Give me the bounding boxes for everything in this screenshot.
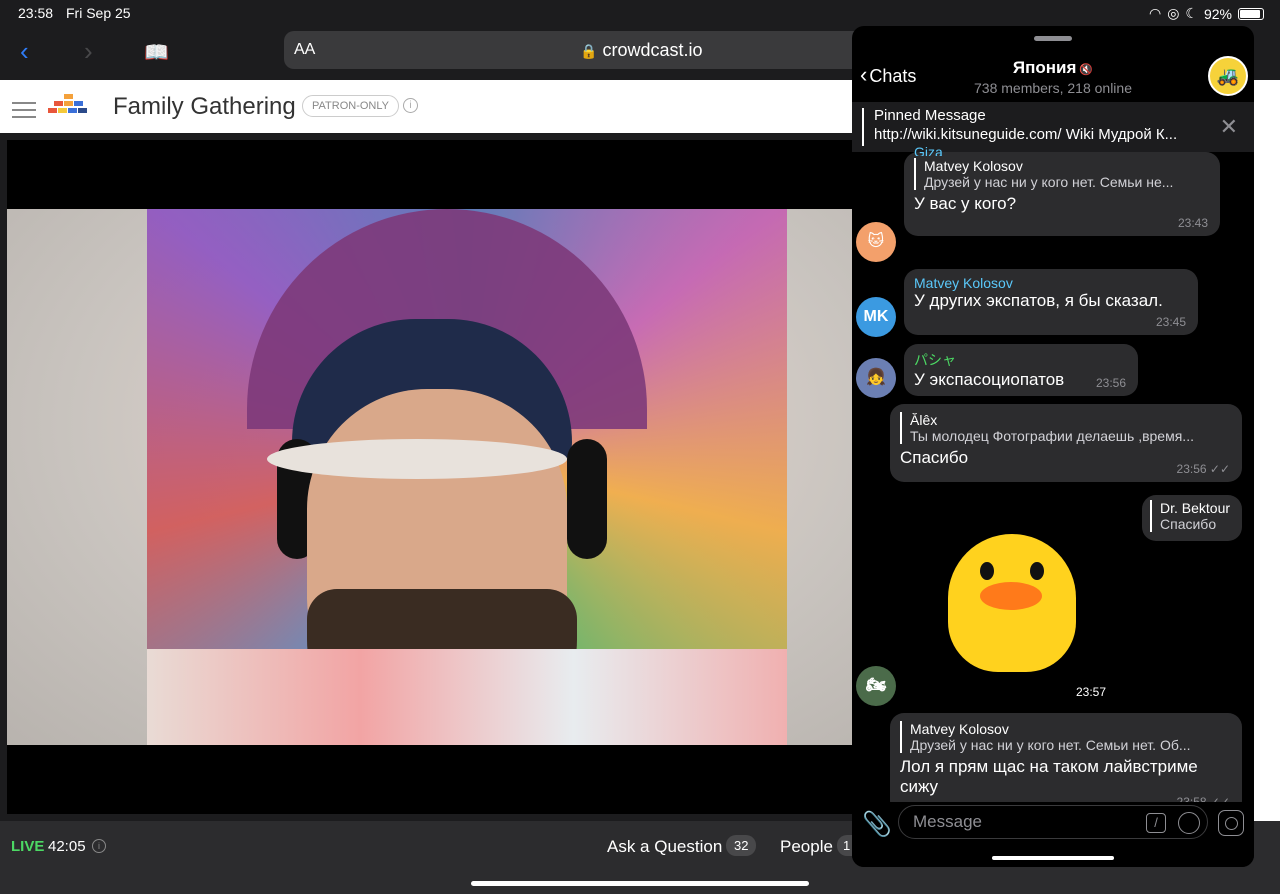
- avatar[interactable]: 🏍: [856, 666, 896, 706]
- message-text: Лол я прям щас на таком лайвстриме сижу: [900, 757, 1198, 796]
- avatar[interactable]: 🐱: [856, 222, 896, 262]
- page-title: Family Gathering: [113, 93, 296, 120]
- mute-icon: 🔇: [1076, 64, 1094, 76]
- back-icon[interactable]: ‹: [20, 36, 29, 67]
- reply-preview[interactable]: Dr. Bektour Спасибо: [1150, 500, 1234, 532]
- ask-question-tab[interactable]: Ask a Question: [607, 837, 722, 857]
- message-bubble[interactable]: Matvey Kolosov У других экспатов, я бы с…: [904, 269, 1198, 335]
- chat-title[interactable]: Япония 🔇: [852, 58, 1254, 78]
- message-composer: 📎 Message /: [852, 802, 1254, 867]
- crowdcast-logo[interactable]: [48, 94, 92, 118]
- message-bubble[interactable]: パシャ У экспасоциопатов 23:56: [904, 344, 1138, 396]
- pinned-text: http://wiki.kitsuneguide.com/ Wiki Мудро…: [874, 126, 1178, 143]
- status-time: 23:58: [18, 5, 54, 21]
- pinned-label: Pinned Message: [874, 107, 986, 124]
- video-area: [0, 133, 852, 821]
- forward-icon[interactable]: ›: [84, 36, 93, 67]
- address-bar[interactable]: AA 🔒 crowdcast.io: [284, 31, 884, 69]
- telegram-slide-over: ‹ Chats Япония 🔇 738 members, 218 online …: [852, 26, 1254, 867]
- reply-preview[interactable]: Matvey Kolosov Друзей у нас ни у кого не…: [900, 721, 1232, 753]
- close-icon[interactable]: ✕: [1220, 114, 1238, 140]
- moon-icon: ☾: [1185, 5, 1198, 21]
- patron-only-badge: PATRON-ONLY: [302, 95, 400, 117]
- chat-subtitle: 738 members, 218 online: [974, 80, 1132, 96]
- message-text: У других экспатов, я бы сказал.: [914, 291, 1163, 310]
- message-text: У вас у кого?: [914, 194, 1017, 213]
- reply-bubble[interactable]: Dr. Bektour Спасибо: [1142, 495, 1242, 541]
- sender-name: Matvey Kolosov: [914, 275, 1013, 291]
- people-tab[interactable]: People: [780, 837, 833, 857]
- sticker-time: 23:57: [1076, 685, 1107, 699]
- location-icon: ◎: [1167, 5, 1180, 21]
- message-time: 23:43: [1177, 216, 1208, 230]
- sender-name: Giza: [914, 144, 943, 156]
- info-icon[interactable]: i: [403, 98, 418, 113]
- chat-header: ‹ Chats Япония 🔇 738 members, 218 online …: [852, 42, 1254, 102]
- avatar[interactable]: MK: [856, 297, 896, 337]
- menu-icon[interactable]: [12, 102, 36, 123]
- live-duration: 42:05: [48, 838, 86, 855]
- message-bubble[interactable]: Ălêx Ты молодец Фотографии делаешь ,врем…: [890, 404, 1242, 482]
- group-avatar[interactable]: 🚜: [1208, 56, 1248, 96]
- reply-preview[interactable]: Matvey Kolosov Друзей у нас ни у кого не…: [914, 158, 1210, 190]
- side-panel-edge: [1253, 133, 1280, 821]
- bookmarks-icon[interactable]: 📖: [144, 40, 169, 65]
- live-label: LIVE: [11, 838, 45, 855]
- info-icon[interactable]: i: [92, 839, 106, 853]
- double-check-icon: ✓✓: [1209, 462, 1230, 476]
- drag-handle[interactable]: [1034, 36, 1072, 41]
- sender-name: パシャ: [914, 352, 956, 368]
- wifi-icon: ◠: [1148, 5, 1162, 21]
- bot-commands-icon[interactable]: /: [1146, 813, 1166, 833]
- reader-settings-button[interactable]: AA: [294, 41, 315, 59]
- avatar[interactable]: 👧: [856, 358, 896, 398]
- home-indicator[interactable]: [471, 881, 809, 886]
- camera-icon[interactable]: [1218, 810, 1244, 836]
- battery-percent: 92%: [1203, 5, 1232, 22]
- lock-icon: 🔒: [580, 43, 598, 59]
- status-icons: ◠ ◎ ☾ 92%: [1149, 5, 1264, 22]
- status-date: Fri Sep 25: [66, 5, 131, 21]
- message-time: 23:56: [1095, 376, 1126, 390]
- message-bubble[interactable]: Giza Matvey Kolosov Друзей у нас ни у ко…: [904, 144, 1220, 236]
- status-bar: 23:58 Fri Sep 25 ◠ ◎ ☾ 92%: [0, 0, 1280, 26]
- duck-sticker[interactable]: [940, 514, 1080, 674]
- sticker-icon[interactable]: [1178, 812, 1200, 834]
- message-time: 23:45: [1155, 315, 1186, 329]
- battery-icon: [1238, 7, 1264, 20]
- url-text: 🔒 crowdcast.io: [580, 40, 703, 60]
- attach-icon[interactable]: 📎: [862, 810, 892, 839]
- question-count-badge: 32: [726, 835, 757, 856]
- home-indicator[interactable]: [992, 856, 1114, 860]
- message-bubble[interactable]: Matvey Kolosov Друзей у нас ни у кого не…: [890, 713, 1242, 815]
- video-feed-image: [7, 209, 852, 745]
- video-player[interactable]: [7, 140, 852, 814]
- message-list: 🐱 Giza Matvey Kolosov Друзей у нас ни у …: [852, 144, 1254, 815]
- reply-preview[interactable]: Ălêx Ты молодец Фотографии делаешь ,врем…: [900, 412, 1232, 444]
- message-time: 23:56 ✓✓: [1176, 462, 1230, 476]
